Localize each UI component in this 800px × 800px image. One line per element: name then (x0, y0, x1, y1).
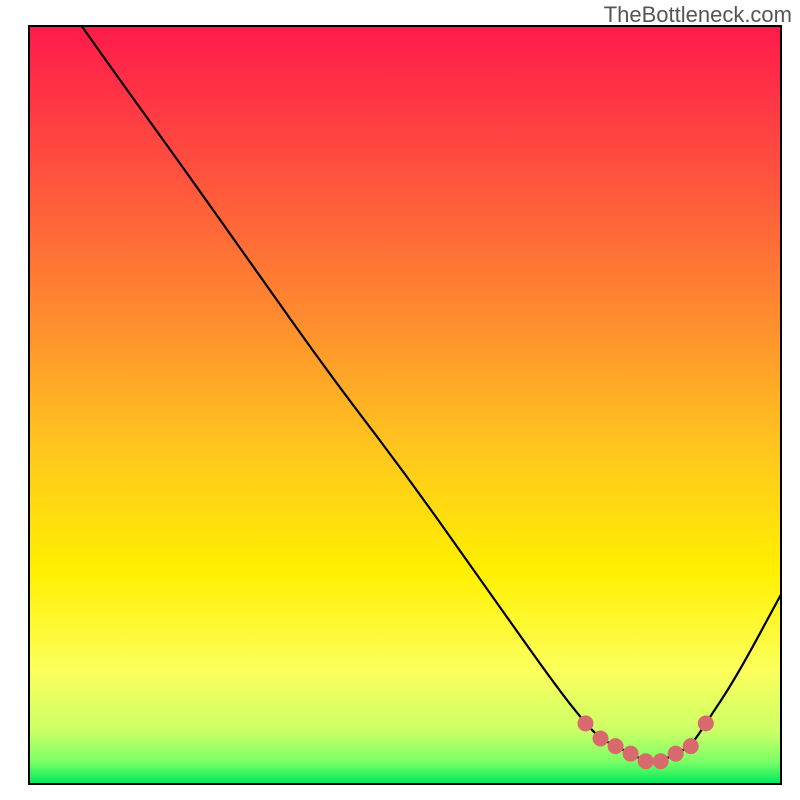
highlight-dot (668, 746, 684, 762)
highlight-dot (698, 715, 714, 731)
highlight-dot (653, 753, 669, 769)
highlight-dot (593, 731, 609, 747)
plot-background-gradient (29, 26, 781, 784)
chart-container: TheBottleneck.com (0, 0, 800, 800)
highlight-dot (577, 715, 593, 731)
highlight-dot (608, 738, 624, 754)
highlight-dot (638, 753, 654, 769)
watermark-text: TheBottleneck.com (604, 2, 792, 28)
highlight-dot (683, 738, 699, 754)
bottleneck-chart (0, 0, 800, 800)
highlight-dot (623, 746, 639, 762)
